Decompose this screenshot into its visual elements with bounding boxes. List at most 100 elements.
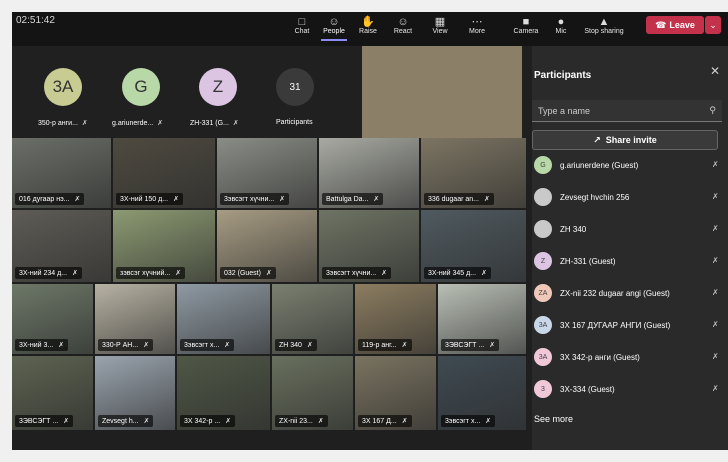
mic-off-icon: ✗ [306, 342, 313, 349]
search-input[interactable]: Type a name ⚲ [532, 100, 722, 122]
participant-video-tile[interactable]: 3X-ний 3... ✗ [12, 284, 93, 354]
participant-name-label: 3X-ний 345 д... ✗ [424, 267, 491, 279]
mic-off-icon: ✗ [712, 352, 719, 361]
participant-video-tile[interactable]: 3эвсэгт х... ✗ [177, 284, 270, 354]
stop-sharing-button[interactable]: ▲ Stop sharing [580, 16, 628, 35]
share-invite-button[interactable]: ↗ Share invite [532, 130, 718, 150]
participant-name-label: 3X-ний 3... ✗ [15, 339, 69, 351]
avatar[interactable]: 3A [44, 68, 82, 106]
shared-video-feed[interactable] [362, 46, 522, 138]
participant-video-tile[interactable]: зэвсэг хүчний... ✗ [113, 210, 215, 282]
participant-list-item[interactable]: Zevsegt hvchin 256 ✗ [532, 184, 728, 210]
mic-off-icon: ✗ [712, 192, 719, 201]
participant-name-label: 3ЭВСЭГТ ... ✗ [15, 415, 74, 427]
participant-name: 3X-334 (Guest) [560, 385, 615, 394]
participant-list-item[interactable]: 3A 3X 342-р анги (Guest) ✗ [532, 344, 728, 370]
participant-video-tile[interactable]: Battulga Da... ✗ [319, 138, 419, 208]
participant-video-tile[interactable]: 336 dugaar an... ✗ [421, 138, 526, 208]
panel-title: Participants [534, 70, 592, 81]
mic-off-icon: ✗ [81, 120, 88, 127]
participant-video-tile[interactable]: 3X 167 Д... ✗ [355, 356, 436, 430]
mic-off-icon: ✗ [58, 342, 65, 349]
participant-video-tile[interactable]: ZH 340 ✗ [272, 284, 353, 354]
mic-off-icon: ✗ [485, 418, 492, 425]
participant-video-tile[interactable]: 330-Р АН... ✗ [95, 284, 175, 354]
avatar: 3A [534, 316, 552, 334]
share-screen-icon: ▲ [598, 16, 610, 28]
participant-video-tile[interactable]: 3X 342-р ... ✗ [177, 356, 270, 430]
participant-list-item[interactable]: 3 3X-334 (Guest) ✗ [532, 376, 728, 402]
mic-off-icon: ✗ [157, 120, 164, 127]
participant-video-tile[interactable]: 016 дугаар нэ... ✗ [12, 138, 111, 208]
mic-off-icon: ✗ [265, 270, 272, 277]
mic-off-icon: ✗ [143, 342, 150, 349]
participant-name: g.ariunerdene (Guest) [560, 161, 639, 170]
participant-video-tile[interactable]: 3ЭВСЭГТ ... ✗ [12, 356, 93, 430]
mic-off-icon: ✗ [712, 224, 719, 233]
mic-off-icon: ✗ [74, 196, 81, 203]
participant-name-label: 3эвсэгт хүчни... ✗ [322, 267, 392, 279]
participant-video-tile[interactable]: 3X-ний 150 д... ✗ [113, 138, 215, 208]
participant-video-tile[interactable]: 3ЭВСЭГТ ... ✗ [438, 284, 526, 354]
participant-name: ZH 340 [560, 225, 587, 234]
participant-name-label: 3X-ний 234 д... ✗ [15, 267, 82, 279]
mic-off-icon: ✗ [712, 256, 719, 265]
participant-name-label: 016 дугаар нэ... ✗ [15, 193, 85, 205]
participant-name-label: 3X 167 Д... ✗ [358, 415, 412, 427]
avatar: Z [534, 252, 552, 270]
participant-name: 3X 342-р анги (Guest) [560, 353, 640, 362]
mic-off-icon: ✗ [224, 342, 231, 349]
mic-off-icon: ✗ [712, 384, 719, 393]
mic-off-icon: ✗ [175, 270, 182, 277]
avatar: ZA [534, 284, 552, 302]
participant-list-item[interactable]: ZH 340 ✗ [532, 216, 728, 242]
close-icon[interactable]: ✕ [710, 64, 720, 78]
mic-off-icon: ✗ [484, 196, 490, 203]
participant-video-tile[interactable]: ZX-nii 23... ✗ [272, 356, 353, 430]
participant-video-tile[interactable]: 3эвсэгт хүчни... ✗ [319, 210, 419, 282]
mic-off-icon: ✗ [401, 342, 408, 349]
participant-video-tile[interactable]: 3X-ний 345 д... ✗ [421, 210, 526, 282]
mic-off-icon: ✗ [63, 418, 70, 425]
participant-name-label: ZX-nii 23... ✗ [275, 415, 328, 427]
mic-off-icon: ✗ [279, 196, 286, 203]
search-icon: ⚲ [709, 105, 716, 115]
participant-video-tile[interactable]: 032 (Guest) ✗ [217, 210, 317, 282]
teams-meeting-window: 02:51:42 □ Chat ☺ People ✋ Raise ☺ React ▦ Vi… [12, 12, 728, 450]
phone-hangup-icon: ☎ [655, 19, 667, 30]
participant-count-badge[interactable]: 31 [276, 68, 314, 106]
participant-video-tile[interactable]: 3эвсэгт хүчни... ✗ [217, 138, 317, 208]
avatar-label: Participants [276, 119, 313, 126]
participant-video-tile[interactable]: 119-р анг... ✗ [355, 284, 436, 354]
avatar[interactable]: Z [199, 68, 237, 106]
avatar[interactable]: G [122, 68, 160, 106]
leave-button[interactable]: ☎ Leave [646, 16, 704, 34]
participant-list-item[interactable]: Gg.ariunerdene (Guest) ✗ [532, 152, 728, 178]
mic-off-icon: ✗ [232, 120, 239, 127]
mic-off-icon: ✗ [712, 288, 719, 297]
meeting-toolbar: 02:51:42 □ Chat ☺ People ✋ Raise ☺ React ▦ Vi… [12, 12, 728, 46]
participant-name-label: Zevsegt h... ✗ [98, 415, 154, 427]
leave-options-chevron-icon[interactable]: ⌄ [705, 16, 721, 34]
mic-off-icon: ✗ [317, 418, 324, 425]
avatar [534, 188, 552, 206]
participant-video-tile[interactable]: 3X-ний 234 д... ✗ [12, 210, 111, 282]
mic-button[interactable]: ● Mic [539, 16, 583, 35]
participant-name-label: 3ЭВСЭГТ ... ✗ [441, 339, 500, 351]
mic-off-icon: ✗ [712, 320, 719, 329]
participant-list-item[interactable]: Z ZH-331 (Guest) ✗ [532, 248, 728, 274]
mic-off-icon: ✗ [143, 418, 150, 425]
mic-off-icon: ✗ [381, 270, 388, 277]
mic-off-icon: ✗ [173, 196, 179, 203]
participant-name-label: 032 (Guest) ✗ [220, 267, 276, 279]
more-button[interactable]: ⋯ More [455, 16, 499, 35]
participant-video-tile[interactable]: 3эвсэгт х... ✗ [438, 356, 526, 430]
participant-list-item[interactable]: 3A 3X 167 ДУГААР АНГИ (Guest) ✗ [532, 312, 728, 338]
participant-video-tile[interactable]: Zevsegt h... ✗ [95, 356, 175, 430]
mic-off-icon: ✗ [72, 270, 78, 277]
meeting-timer: 02:51:42 [16, 15, 55, 26]
participant-list-item[interactable]: ZA ZX-nii 232 dugaar angi (Guest) ✗ [532, 280, 728, 306]
participant-name-label: ZH 340 ✗ [275, 339, 317, 351]
see-more-link[interactable]: See more [534, 414, 573, 424]
participant-name-label: зэвсэг хүчний... ✗ [116, 267, 186, 279]
